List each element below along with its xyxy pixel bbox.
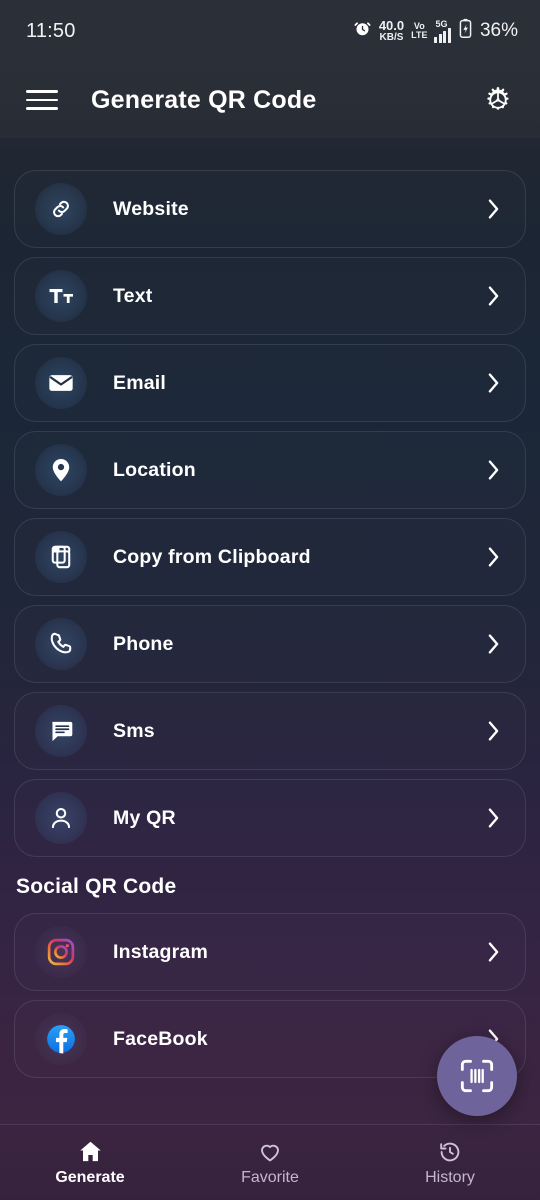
list-item-email[interactable]: Email <box>14 344 526 422</box>
chevron-right-icon <box>483 197 503 221</box>
chevron-right-icon <box>483 545 503 569</box>
list-item-my-qr[interactable]: My QR <box>14 779 526 857</box>
nav-item-generate[interactable]: Generate <box>0 1138 180 1187</box>
list-item-label: Copy from Clipboard <box>113 545 311 568</box>
hamburger-menu-icon[interactable] <box>26 86 62 114</box>
instagram-icon <box>35 926 87 978</box>
list-item-label: Sms <box>113 719 155 742</box>
map-pin-icon <box>35 444 87 496</box>
battery-percent: 36% <box>479 20 518 41</box>
status-time: 11:50 <box>26 19 76 42</box>
list-item-label: Email <box>113 371 167 394</box>
page-title: Generate QR Code <box>91 85 317 114</box>
status-icons: 40.0 KB/S Vo LTE 5G 36% <box>353 18 518 44</box>
alarm-clock-icon <box>353 19 372 43</box>
chevron-right-icon <box>483 719 503 743</box>
list-item-label: Instagram <box>113 940 208 963</box>
battery-charging-icon <box>458 18 473 44</box>
bottom-navigation: Generate Favorite History <box>0 1124 540 1200</box>
network-type-label: 5G <box>435 18 448 29</box>
network-speed-value: 40.0 <box>378 18 405 34</box>
list-item-label: Text <box>113 284 153 307</box>
list-item-copy-from-clipboard[interactable]: Copy from Clipboard <box>14 518 526 596</box>
list-item-location[interactable]: Location <box>14 431 526 509</box>
list-item-label: FaceBook <box>113 1027 208 1050</box>
barcode-scan-icon[interactable] <box>437 1036 517 1116</box>
home-icon <box>77 1138 104 1164</box>
list-item-sms[interactable]: Sms <box>14 692 526 770</box>
nav-item-favorite[interactable]: Favorite <box>180 1138 360 1187</box>
list-item-label: Phone <box>113 632 174 655</box>
chevron-right-icon <box>483 806 503 830</box>
list-item-label: Location <box>113 458 196 481</box>
network-speed: 40.0 KB/S <box>379 19 404 42</box>
volte-indicator: Vo LTE <box>411 21 428 40</box>
list-item-website[interactable]: Website <box>14 170 526 248</box>
app-header: Generate QR Code <box>0 62 540 138</box>
chevron-right-icon <box>483 632 503 656</box>
chevron-right-icon <box>483 458 503 482</box>
main-content: Website Text Email Location Copy from Cl… <box>0 138 540 1124</box>
chat-bubble-icon <box>35 705 87 757</box>
gear-icon[interactable] <box>478 80 518 120</box>
chevron-right-icon <box>483 371 503 395</box>
signal-bars-icon: 5G <box>434 18 451 43</box>
history-clock-icon <box>437 1138 463 1164</box>
nav-item-history[interactable]: History <box>360 1138 540 1187</box>
list-item-label: Website <box>113 197 189 220</box>
text-format-icon <box>35 270 87 322</box>
list-item-phone[interactable]: Phone <box>14 605 526 683</box>
app-root: 11:50 40.0 KB/S Vo LTE 5G 36% Generate Q… <box>0 0 540 1200</box>
heart-icon <box>257 1138 283 1164</box>
nav-label: History <box>425 1169 475 1186</box>
phone-icon <box>35 618 87 670</box>
list-item-text[interactable]: Text <box>14 257 526 335</box>
nav-label: Favorite <box>241 1169 299 1186</box>
copy-icon <box>35 531 87 583</box>
list-item-label: My QR <box>113 806 176 829</box>
person-icon <box>35 792 87 844</box>
volte-line2: LTE <box>411 30 428 40</box>
chevron-right-icon <box>483 284 503 308</box>
social-section-title: Social QR Code <box>16 875 177 898</box>
link-icon <box>35 183 87 235</box>
nav-label: Generate <box>55 1169 125 1186</box>
network-speed-unit: KB/S <box>379 31 404 43</box>
list-item-instagram[interactable]: Instagram <box>14 913 526 991</box>
facebook-icon <box>35 1013 87 1065</box>
chevron-right-icon <box>483 940 503 964</box>
status-bar: 11:50 40.0 KB/S Vo LTE 5G 36% <box>0 0 540 62</box>
envelope-icon <box>35 357 87 409</box>
